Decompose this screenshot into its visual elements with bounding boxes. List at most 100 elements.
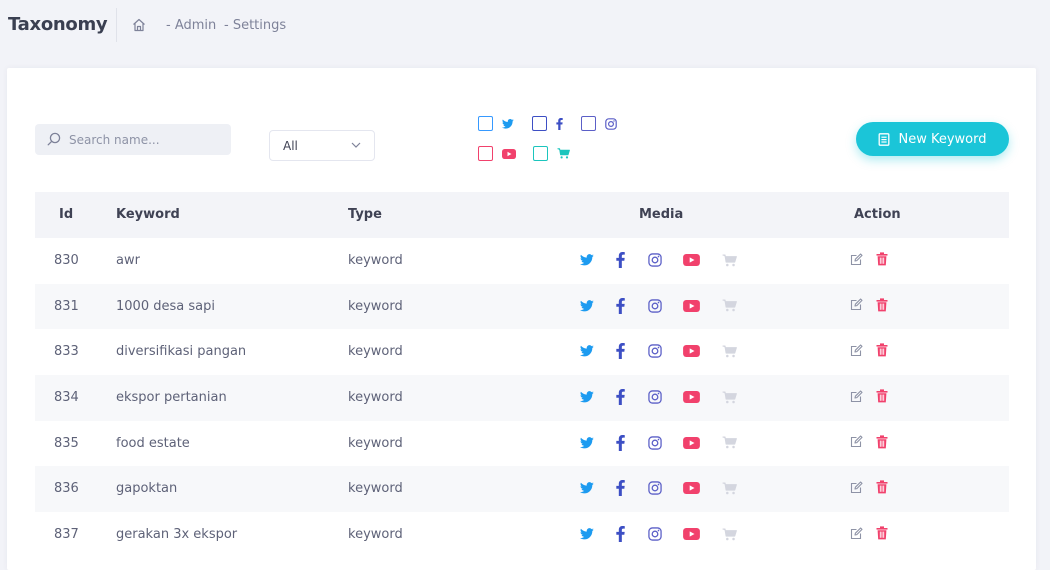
youtube-icon[interactable] <box>683 436 700 449</box>
filter-cart[interactable] <box>533 146 570 161</box>
row-media-icons <box>580 389 737 406</box>
row-actions <box>850 343 888 357</box>
instagram-icon[interactable] <box>648 527 662 541</box>
instagram-icon[interactable] <box>648 481 662 496</box>
table-header: Id Keyword Type Media Action <box>35 192 1009 238</box>
home-icon[interactable] <box>131 17 147 33</box>
search-input[interactable] <box>69 124 224 155</box>
delete-icon[interactable] <box>876 252 888 266</box>
youtube-icon[interactable] <box>683 299 700 312</box>
facebook-icon[interactable] <box>616 480 625 497</box>
edit-icon[interactable] <box>850 481 863 494</box>
facebook-icon[interactable] <box>616 434 625 451</box>
delete-icon[interactable] <box>876 480 888 494</box>
twitter-icon <box>502 118 514 129</box>
facebook-icon[interactable] <box>616 343 625 360</box>
youtube-icon[interactable] <box>683 528 700 541</box>
facebook-icon[interactable] <box>616 297 625 314</box>
delete-icon[interactable] <box>876 343 888 357</box>
youtube-icon <box>502 148 516 159</box>
twitter-icon[interactable] <box>580 299 594 312</box>
page-title: Taxonomy <box>8 14 108 35</box>
delete-icon[interactable] <box>876 298 888 312</box>
edit-icon[interactable] <box>850 344 863 357</box>
row-keyword: gapoktan <box>116 481 178 497</box>
table-row: 834 ekspor pertanian keyword <box>35 375 1009 421</box>
row-id: 837 <box>54 527 79 543</box>
row-keyword: diversifikasi pangan <box>116 344 247 360</box>
breadcrumb-settings[interactable]: - Settings <box>224 18 286 33</box>
row-type: keyword <box>348 344 403 360</box>
edit-icon[interactable] <box>850 298 863 311</box>
media-select[interactable]: All <box>269 130 375 161</box>
delete-icon[interactable] <box>876 435 888 449</box>
facebook-checkbox[interactable] <box>532 116 547 131</box>
delete-icon[interactable] <box>876 389 888 403</box>
instagram-icon[interactable] <box>648 298 662 313</box>
search-icon <box>47 132 61 146</box>
instagram-icon[interactable] <box>648 253 662 267</box>
row-media-icons <box>580 343 737 360</box>
row-type: keyword <box>348 481 403 497</box>
filter-facebook[interactable] <box>532 116 563 131</box>
youtube-icon[interactable] <box>683 391 700 404</box>
twitter-icon[interactable] <box>580 528 594 540</box>
cart-icon <box>722 254 737 267</box>
row-keyword: 1000 desa sapi <box>116 298 215 314</box>
row-type: keyword <box>348 527 403 543</box>
twitter-icon[interactable] <box>580 436 594 449</box>
facebook-icon[interactable] <box>616 389 625 406</box>
row-type: keyword <box>348 390 403 406</box>
instagram-icon[interactable] <box>648 390 662 404</box>
youtube-icon[interactable] <box>683 254 700 266</box>
instagram-icon[interactable] <box>648 436 662 450</box>
row-media-icons <box>580 297 737 314</box>
youtube-icon[interactable] <box>683 345 700 358</box>
facebook-icon[interactable] <box>616 252 625 268</box>
cart-icon <box>722 391 737 404</box>
twitter-icon[interactable] <box>580 391 594 403</box>
new-keyword-button[interactable]: New Keyword <box>856 122 1009 156</box>
edit-icon[interactable] <box>850 435 863 448</box>
cart-icon <box>722 482 737 495</box>
breadcrumb-admin[interactable]: - Admin <box>166 18 216 33</box>
instagram-checkbox[interactable] <box>581 116 596 131</box>
row-type: keyword <box>348 253 403 268</box>
row-actions <box>850 435 888 449</box>
table-row: 837 gerakan 3x ekspor keyword <box>35 512 1009 558</box>
youtube-checkbox[interactable] <box>478 146 493 161</box>
table-body: 830 awr keyword 831 1000 desa sapi keyword 833… <box>35 238 1009 558</box>
filter-youtube[interactable] <box>478 146 516 161</box>
filter-instagram[interactable] <box>581 116 617 131</box>
row-id: 830 <box>54 253 79 268</box>
edit-icon[interactable] <box>850 390 863 403</box>
search-box <box>35 124 231 155</box>
column-type[interactable]: Type <box>348 207 382 222</box>
twitter-checkbox[interactable] <box>478 116 493 131</box>
filter-twitter[interactable] <box>478 116 514 131</box>
column-keyword[interactable]: Keyword <box>116 207 180 222</box>
youtube-icon[interactable] <box>683 482 700 495</box>
column-media: Media <box>639 207 684 222</box>
column-id[interactable]: Id <box>59 207 73 222</box>
instagram-icon <box>605 117 617 130</box>
row-media-icons <box>580 480 737 497</box>
cart-checkbox[interactable] <box>533 146 548 161</box>
twitter-icon[interactable] <box>580 254 594 266</box>
row-keyword: food estate <box>116 435 190 451</box>
twitter-icon[interactable] <box>580 345 594 357</box>
edit-icon[interactable] <box>850 527 863 540</box>
table-row: 835 food estate keyword <box>35 421 1009 467</box>
twitter-icon[interactable] <box>580 482 594 494</box>
row-keyword: gerakan 3x ekspor <box>116 527 238 543</box>
table-row: 831 1000 desa sapi keyword <box>35 283 1009 330</box>
edit-icon[interactable] <box>850 252 863 266</box>
title-divider <box>116 8 117 42</box>
chevron-down-icon <box>351 142 361 148</box>
cart-icon <box>722 528 737 541</box>
table-row: 836 gapoktan keyword <box>35 466 1009 513</box>
instagram-icon[interactable] <box>648 344 662 359</box>
delete-icon[interactable] <box>876 526 888 540</box>
cart-icon <box>722 436 737 449</box>
facebook-icon[interactable] <box>616 526 625 543</box>
